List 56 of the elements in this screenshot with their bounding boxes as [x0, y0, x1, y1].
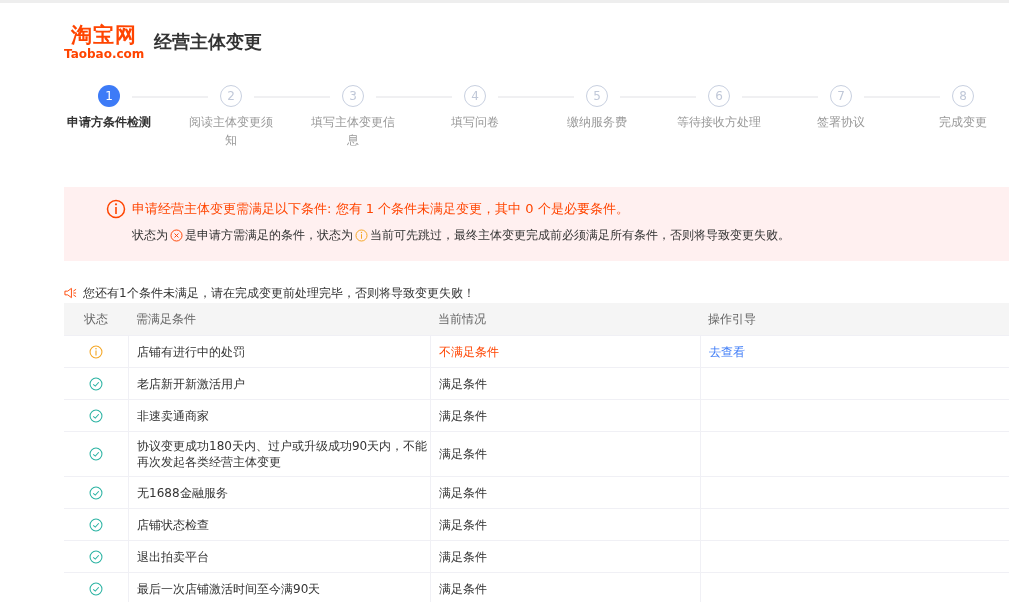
- speaker-icon: [64, 287, 77, 299]
- warning-text: 您还有1个条件未满足，请在完成变更前处理完毕，否则将导致变更失败！: [83, 284, 475, 302]
- view-link[interactable]: 去查看: [709, 343, 745, 360]
- legend-text: 是申请方需满足的条件，状态为: [185, 227, 353, 244]
- step-number: 6: [708, 85, 730, 107]
- table-cell: 店铺状态检查: [128, 509, 430, 540]
- table-cell: 协议变更成功180天内、过户或升级成功90天内，不能再次发起各类经营主体变更: [128, 432, 430, 476]
- step-number: 4: [464, 85, 486, 107]
- check-circle-icon: [89, 447, 103, 461]
- column-header: 当前情况: [437, 311, 487, 328]
- table-cell: 退出拍卖平台: [128, 541, 430, 572]
- column-header: 操作引导: [707, 311, 757, 328]
- step-label: 签署协议: [816, 114, 866, 131]
- info-icon: [106, 199, 126, 219]
- table-cell: 不满足条件: [430, 336, 700, 367]
- notice-title: 申请经营主体变更需满足以下条件: 您有 1 个条件未满足变更，其中 0 个是必要条件。: [132, 200, 629, 218]
- column-header: 需满足条件: [135, 311, 197, 328]
- error-icon: [170, 229, 183, 242]
- step-number: 1: [98, 85, 120, 107]
- table-cell: 满足条件: [430, 541, 700, 572]
- step-label: 申请方条件检测: [66, 114, 152, 131]
- table-cell: 满足条件: [430, 400, 700, 431]
- check-circle-icon: [89, 485, 103, 500]
- page-title: 经营主体变更: [154, 30, 263, 54]
- legend-text: 当前可先跳过，最终主体变更完成前必须满足所有条件，否则将导致变更失败。: [370, 227, 790, 244]
- column-header: 状态: [83, 311, 109, 328]
- table-cell: 满足条件: [430, 477, 700, 508]
- table-cell: 满足条件: [430, 368, 700, 399]
- step-number: 3: [342, 85, 364, 107]
- info-icon: [89, 344, 103, 359]
- step-label: 填写问卷: [450, 114, 500, 131]
- info-icon: [355, 229, 368, 242]
- table-cell: 老店新开新激活用户: [128, 368, 430, 399]
- step-number: 7: [830, 85, 852, 107]
- table-cell: 最后一次店铺激活时间至今满90天: [128, 573, 430, 602]
- table-cell: 非速卖通商家: [128, 400, 430, 431]
- taobao-logo: 淘宝网 Taobao.com: [64, 24, 145, 60]
- table-cell: 店铺有进行中的处罚: [128, 336, 430, 367]
- step-number: 8: [952, 85, 974, 107]
- check-circle-icon: [89, 376, 103, 391]
- table-cell: 满足条件: [430, 509, 700, 540]
- step-label: 缴纳服务费: [566, 114, 628, 131]
- table-cell: 无1688金融服务: [128, 477, 430, 508]
- check-circle-icon: [89, 517, 103, 532]
- check-circle-icon: [89, 549, 103, 564]
- step-number: 5: [586, 85, 608, 107]
- step-label: 阅读主体变更须知: [188, 114, 274, 149]
- table-cell: 满足条件: [430, 432, 700, 476]
- legend-text: 状态为: [132, 227, 168, 244]
- step-label: 填写主体变更信息: [310, 114, 396, 149]
- step-number: 2: [220, 85, 242, 107]
- check-circle-icon: [89, 408, 103, 423]
- step-label: 完成变更: [938, 114, 988, 131]
- step-label: 等待接收方处理: [676, 114, 762, 131]
- check-circle-icon: [89, 581, 103, 596]
- table-cell: 满足条件: [430, 573, 700, 602]
